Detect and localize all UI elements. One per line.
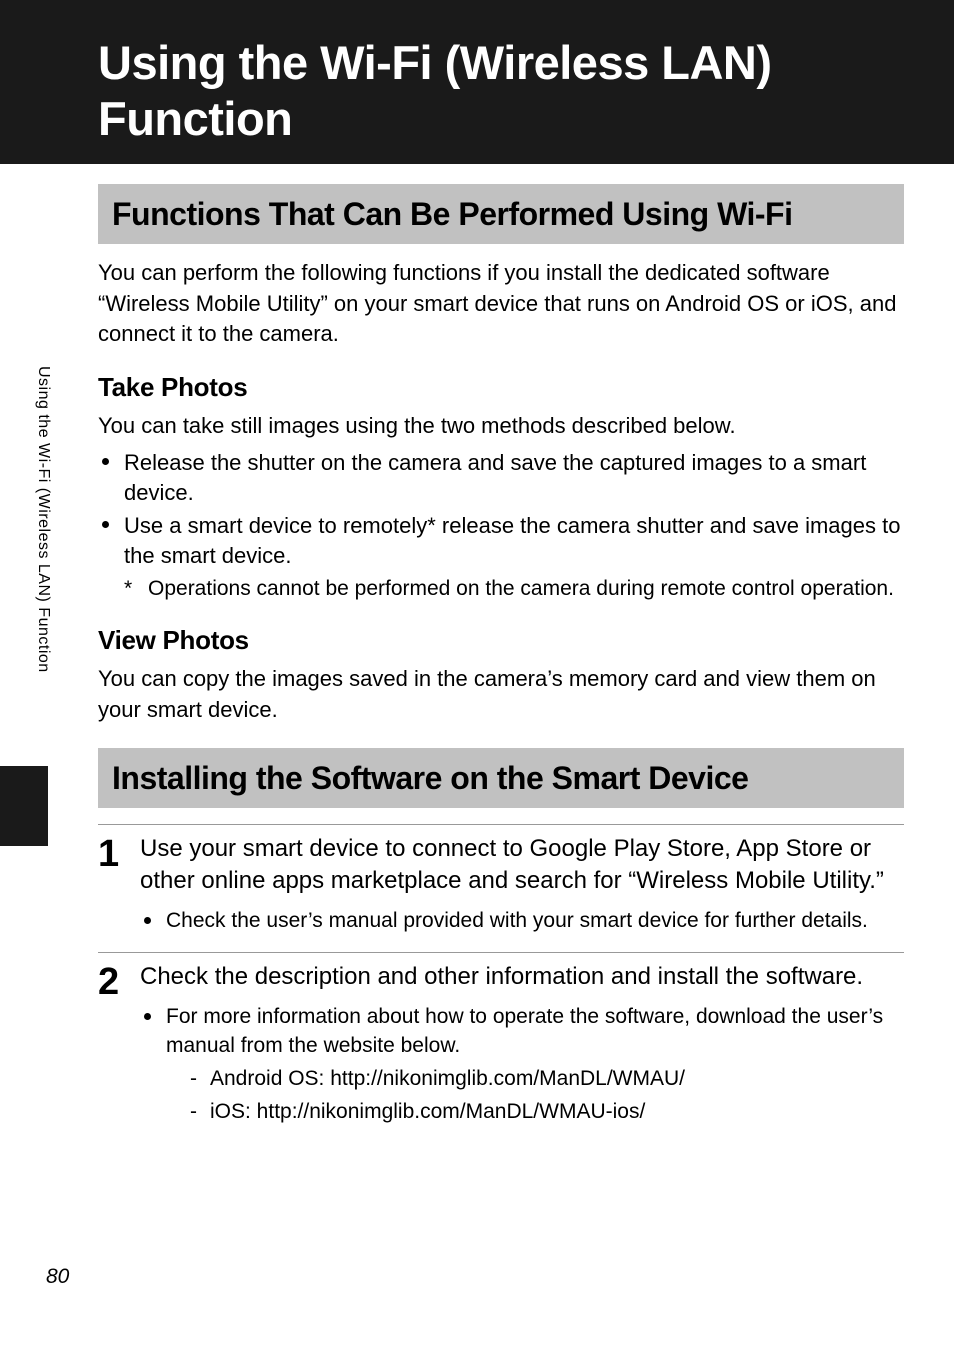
step-body: Check the description and other informat… [140, 961, 904, 1127]
step-text: Check the description and other informat… [140, 961, 904, 993]
step-number: 1 [98, 833, 140, 936]
step-text: Use your smart device to connect to Goog… [140, 833, 904, 898]
list-item: Release the shutter on the camera and sa… [98, 448, 904, 507]
section1-intro: You can perform the following functions … [98, 258, 904, 350]
bullet-text: Use a smart device to remotely* release … [124, 511, 904, 570]
list-item: For more information about how to operat… [140, 1003, 904, 1060]
step-row-2: 2 Check the description and other inform… [98, 952, 904, 1127]
dash-icon: - [190, 1064, 210, 1093]
sidebar-tab-marker [0, 766, 48, 846]
view-photos-body: You can copy the images saved in the cam… [98, 664, 904, 726]
nested-text: Android OS: http://nikonimglib.com/ManDL… [210, 1064, 685, 1093]
step-number: 2 [98, 961, 140, 1127]
section-header-installing: Installing the Software on the Smart Dev… [98, 748, 904, 808]
bullet-text: For more information about how to operat… [166, 1003, 904, 1060]
dash-icon: - [190, 1097, 210, 1126]
footnote-text: Operations cannot be performed on the ca… [148, 575, 904, 603]
nested-text: iOS: http://nikonimglib.com/ManDL/WMAU-i… [210, 1097, 645, 1126]
step-bullets: For more information about how to operat… [140, 1003, 904, 1126]
step-bullets: Check the user’s manual provided with yo… [140, 907, 904, 935]
bullet-icon [140, 1003, 166, 1060]
footnote: * Operations cannot be performed on the … [124, 575, 904, 603]
footnote-mark: * [124, 575, 148, 603]
list-item: Use a smart device to remotely* release … [98, 511, 904, 570]
section-header-functions: Functions That Can Be Performed Using Wi… [98, 184, 904, 244]
bullet-text: Release the shutter on the camera and sa… [124, 448, 904, 507]
nested-item: - iOS: http://nikonimglib.com/ManDL/WMAU… [190, 1097, 904, 1126]
step-body: Use your smart device to connect to Goog… [140, 833, 904, 936]
page-number: 80 [46, 1265, 69, 1289]
subheader-view-photos: View Photos [98, 625, 904, 656]
bullet-icon [98, 448, 124, 507]
bullet-text: Check the user’s manual provided with yo… [166, 907, 904, 935]
subheader-take-photos: Take Photos [98, 372, 904, 403]
page-title: Using the Wi-Fi (Wireless LAN) Function [0, 35, 954, 164]
bullet-icon [98, 511, 124, 570]
take-photos-bullets: Release the shutter on the camera and sa… [98, 448, 904, 603]
bullet-icon [140, 907, 166, 935]
main-content: Functions That Can Be Performed Using Wi… [0, 184, 954, 1127]
nested-item: - Android OS: http://nikonimglib.com/Man… [190, 1064, 904, 1093]
step-row-1: 1 Use your smart device to connect to Go… [98, 824, 904, 936]
take-photos-intro: You can take still images using the two … [98, 411, 904, 442]
top-bar [0, 0, 954, 35]
sidebar-tab-text: Using the Wi-Fi (Wireless LAN) Function [30, 366, 52, 673]
list-item: Check the user’s manual provided with yo… [140, 907, 904, 935]
